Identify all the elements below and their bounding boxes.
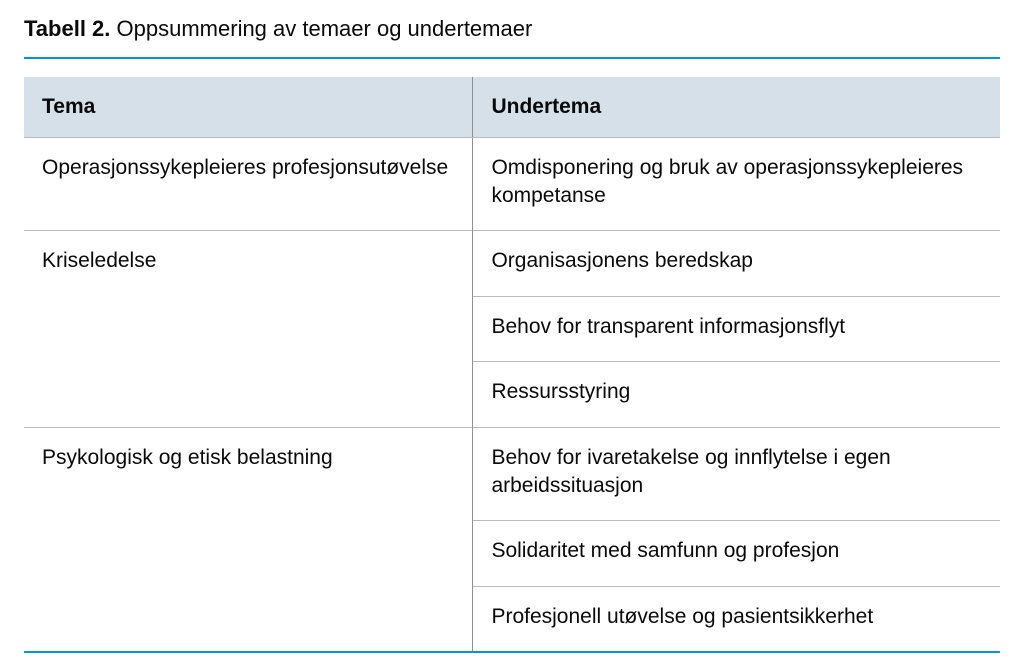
subtheme-cell: Ressursstyring xyxy=(473,362,1000,427)
subtheme-cell: Omdisponering og bruk av operasjonssykep… xyxy=(473,137,1000,231)
bottom-rule xyxy=(24,651,1000,653)
summary-table: Tema Undertema Operasjonssykepleieres pr… xyxy=(24,77,1000,651)
table-row: Operasjonssykepleieres profesjonsutøvels… xyxy=(24,137,1000,231)
table-caption: Tabell 2. Oppsummering av temaer og unde… xyxy=(24,14,1000,45)
header-subtheme: Undertema xyxy=(473,77,1000,138)
theme-cell: Operasjonssykepleieres profesjonsutøvels… xyxy=(24,137,473,231)
subtheme-cell: Organisasjonens beredskap xyxy=(473,231,1000,296)
table-caption-text: Oppsummering av temaer og undertemaer xyxy=(117,16,533,41)
subtheme-cell: Profesjonell utøvelse og pasientsikkerhe… xyxy=(473,586,1000,651)
subtheme-cell: Solidaritet med samfunn og profesjon xyxy=(473,521,1000,586)
table-label: Tabell 2. xyxy=(24,16,110,41)
subtheme-cell: Behov for transparent informasjonsflyt xyxy=(473,296,1000,361)
top-rule xyxy=(24,57,1000,59)
header-theme: Tema xyxy=(24,77,473,138)
subtheme-cell: Behov for ivaretakelse og innflytelse i … xyxy=(473,427,1000,521)
theme-cell: Psykologisk og etisk belastning xyxy=(24,427,473,651)
table-row: Psykologisk og etisk belastning Behov fo… xyxy=(24,427,1000,521)
theme-cell: Kriseledelse xyxy=(24,231,473,427)
table-row: Kriseledelse Organisasjonens beredskap xyxy=(24,231,1000,296)
